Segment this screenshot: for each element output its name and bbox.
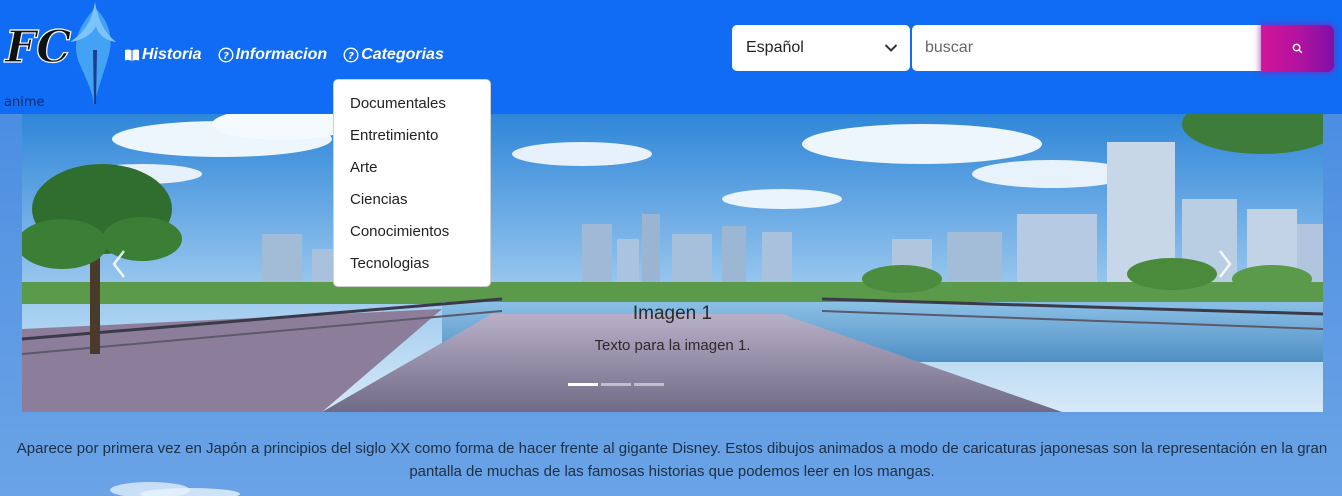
chevron-left-icon [112, 250, 125, 278]
book-icon [125, 49, 139, 61]
chevron-right-icon [1219, 250, 1232, 278]
logo-text: FC [3, 22, 71, 73]
chevron-down-icon [884, 44, 898, 52]
search-icon [1292, 43, 1303, 54]
nav-informacion-label: Informacion [235, 46, 328, 63]
carousel-prev-control[interactable] [104, 244, 134, 284]
carousel-next-control[interactable] [1210, 244, 1240, 284]
carousel-indicator-1[interactable] [568, 383, 598, 386]
nav-historia[interactable]: Historia [124, 46, 202, 64]
image-carousel: Imagen 1 Texto para la imagen 1. [22, 114, 1323, 412]
nav-categorias[interactable]: ? Categorias [343, 46, 444, 64]
search-button[interactable] [1261, 25, 1334, 72]
dropdown-item-documentales[interactable]: Documentales [334, 88, 490, 120]
question-circle-icon: ? [343, 47, 359, 63]
nav-categorias-label: Categorias [361, 46, 444, 63]
dropdown-item-entretimiento[interactable]: Entretimiento [334, 120, 490, 152]
dropdown-item-tecnologias[interactable]: Tecnologias [334, 248, 490, 280]
language-select[interactable]: Español [732, 25, 910, 71]
dropdown-item-conocimientos[interactable]: Conocimientos [334, 216, 490, 248]
carousel-indicator-2[interactable] [601, 383, 631, 386]
question-circle-icon: ? [218, 47, 234, 63]
dropdown-item-arte[interactable]: Arte [334, 152, 490, 184]
decorative-cloud [110, 482, 240, 496]
carousel-indicator-3[interactable] [634, 383, 664, 386]
carousel-caption-text: Texto para la imagen 1. [594, 337, 751, 354]
nav-informacion[interactable]: ? Informacion [218, 46, 328, 64]
carousel-slide-image [22, 114, 1323, 412]
language-select-value: Español [746, 39, 804, 56]
carousel-indicators [568, 383, 664, 386]
svg-text:?: ? [223, 51, 229, 62]
dropdown-item-ciencias[interactable]: Ciencias [334, 184, 490, 216]
nav-historia-label: Historia [142, 46, 202, 63]
site-logo[interactable]: FC anime [0, 0, 120, 112]
carousel-caption-title: Imagen 1 [632, 303, 713, 324]
logo-subtext: anime [4, 95, 44, 110]
search-input[interactable]: buscar [912, 25, 1262, 71]
main-nav: Historia ? Informacion ? Categorias [124, 46, 444, 64]
search-placeholder: buscar [925, 39, 974, 56]
navbar: FC anime Historia ? Informacion ? Catego… [0, 0, 1342, 114]
svg-text:?: ? [348, 51, 354, 62]
categorias-dropdown-menu: Documentales Entretimiento Arte Ciencias… [333, 79, 491, 287]
